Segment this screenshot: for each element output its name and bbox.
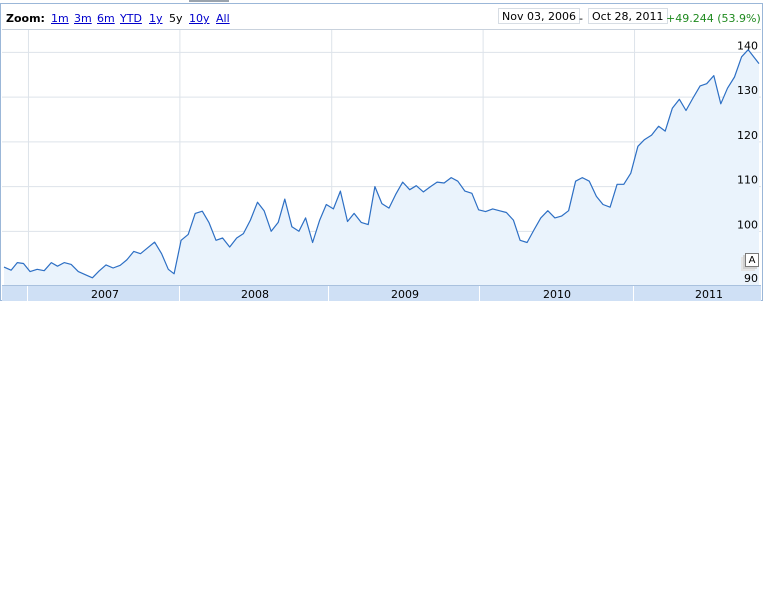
timeline-year-2007: 2007 xyxy=(91,288,119,301)
zoom-toolbar: Zoom: 1m 3m 6m YTD 1y 5y 10y All Nov 03,… xyxy=(2,5,761,30)
zoom-option-6m[interactable]: 6m xyxy=(97,12,115,25)
price-plot[interactable]: 100 110 120 130 140 90 xyxy=(2,30,761,285)
date-range-separator: - xyxy=(579,12,583,25)
zoom-option-all[interactable]: All xyxy=(216,12,230,25)
y-tick-label-partial: 90 xyxy=(744,272,758,285)
timeline-year-2010: 2010 xyxy=(543,288,571,301)
zoom-option-1y[interactable]: 1y xyxy=(149,12,163,25)
timeline-separator xyxy=(328,286,329,301)
timeline-year-2011: 2011 xyxy=(695,288,723,301)
annotation-flag-a[interactable]: A xyxy=(745,253,759,267)
stock-chart-widget: Zoom: 1m 3m 6m YTD 1y 5y 10y All Nov 03,… xyxy=(0,3,763,301)
timeline-year-2008: 2008 xyxy=(241,288,269,301)
start-date-field[interactable]: Nov 03, 2006 xyxy=(498,8,580,24)
top-tab-strip xyxy=(189,0,229,2)
zoom-option-1m[interactable]: 1m xyxy=(51,12,69,25)
timeline-navigator[interactable]: 2007 2008 2009 2010 2011 xyxy=(2,285,761,301)
timeline-separator xyxy=(633,286,634,301)
y-tick-label: 130 xyxy=(737,84,758,97)
timeline-separator xyxy=(479,286,480,301)
timeline-separator xyxy=(179,286,180,301)
y-tick-label: 100 xyxy=(737,218,758,231)
zoom-option-10y[interactable]: 10y xyxy=(189,12,210,25)
y-tick-label: 120 xyxy=(737,129,758,142)
price-change-readout: +49.244 (53.9%) xyxy=(666,12,761,25)
end-date-field[interactable]: Oct 28, 2011 xyxy=(588,8,668,24)
timeline-year-2009: 2009 xyxy=(391,288,419,301)
zoom-option-3m[interactable]: 3m xyxy=(74,12,92,25)
zoom-option-ytd[interactable]: YTD xyxy=(120,12,142,25)
zoom-label: Zoom: xyxy=(6,12,45,25)
price-area-fill xyxy=(4,49,759,285)
timeline-separator xyxy=(27,286,28,301)
y-tick-label: 140 xyxy=(737,39,758,52)
y-tick-label: 110 xyxy=(737,174,758,187)
zoom-option-5y[interactable]: 5y xyxy=(169,12,183,25)
